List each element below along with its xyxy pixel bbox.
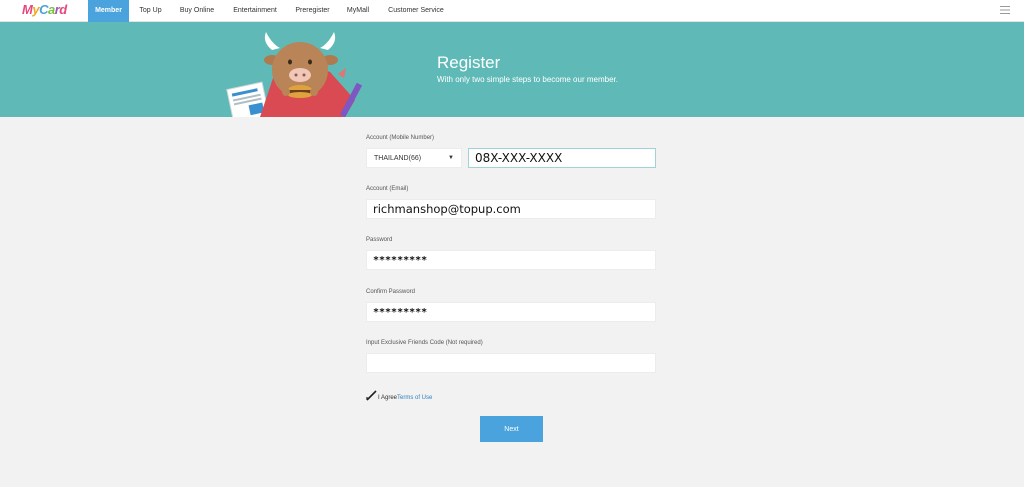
page-subtitle: With only two simple steps to become our… bbox=[437, 75, 618, 84]
hamburger-icon[interactable] bbox=[1000, 6, 1010, 14]
friends-code-input[interactable] bbox=[366, 353, 656, 373]
nav-mymall[interactable]: MyMall bbox=[344, 0, 372, 22]
nav-customer-service[interactable]: Customer Service bbox=[384, 0, 448, 22]
mycard-logo[interactable]: MyCard bbox=[22, 2, 67, 20]
country-value: THAILAND(66) bbox=[374, 154, 422, 162]
top-navigation: MyCard Member Top Up Buy Online Entertai… bbox=[0, 0, 1024, 22]
password-label: Password bbox=[366, 237, 393, 243]
confirm-password-label: Confirm Password bbox=[366, 289, 416, 295]
agree-label: I Agree bbox=[378, 395, 398, 401]
dropdown-arrow-icon: ▼ bbox=[448, 155, 454, 161]
nav-buy-online[interactable]: Buy Online bbox=[175, 0, 219, 22]
terms-of-use-link[interactable]: Terms of Use bbox=[397, 395, 432, 401]
nav-entertainment[interactable]: Entertainment bbox=[228, 0, 282, 22]
page-title: Register bbox=[437, 53, 501, 72]
bull-mascot-icon bbox=[226, 32, 363, 117]
nav-top-up[interactable]: Top Up bbox=[135, 0, 166, 22]
friends-code-label: Input Exclusive Friends Code (Not requir… bbox=[366, 340, 483, 346]
nav-member[interactable]: Member bbox=[88, 0, 129, 22]
next-button[interactable]: Next bbox=[480, 416, 543, 442]
email-input[interactable]: richmanshop@topup.com bbox=[366, 199, 656, 219]
nav-preregister[interactable]: Preregister bbox=[291, 0, 334, 22]
confirm-password-input[interactable]: ********* bbox=[366, 302, 656, 322]
register-banner: Register With only two simple steps to b… bbox=[0, 22, 1024, 117]
password-input[interactable]: ********* bbox=[366, 250, 656, 270]
mobile-label: Account (Mobile Number) bbox=[366, 135, 435, 141]
mobile-number-input[interactable]: 08X-XXX-XXXX bbox=[468, 148, 656, 168]
country-select[interactable]: THAILAND(66) ▼ bbox=[366, 148, 462, 168]
checkmark-icon[interactable] bbox=[366, 389, 378, 401]
agree-row: I Agree Terms of Use bbox=[366, 387, 432, 401]
email-label: Account (Email) bbox=[366, 186, 409, 192]
